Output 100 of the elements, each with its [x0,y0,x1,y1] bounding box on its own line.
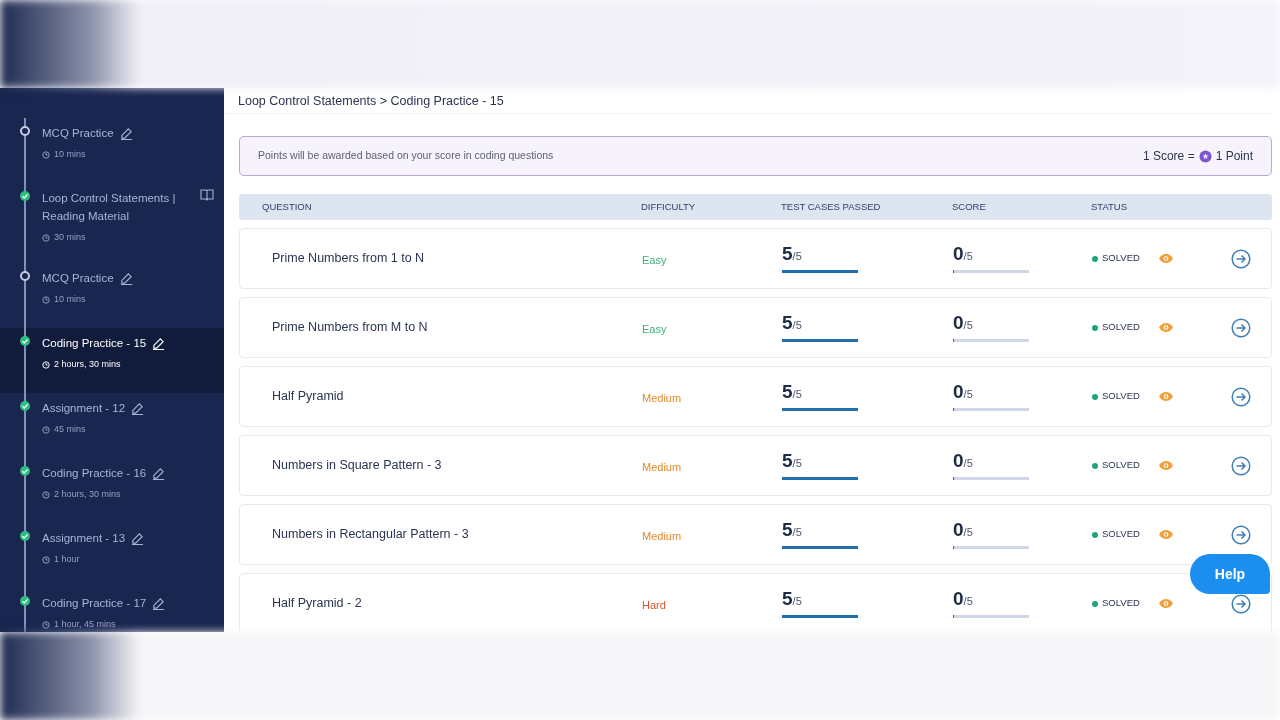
passed-value: 5 [782,589,793,609]
duration-text: 1 hour, 45 mins [54,618,116,632]
edit-icon [152,596,166,610]
sidebar-item[interactable]: MCQ Practice 10 mins [0,118,224,183]
completed-icon [20,596,30,606]
passed-total: /5 [792,595,802,610]
passed-value: 5 [782,244,793,264]
status-label: SOLVED [1092,527,1140,542]
score-value: 0 [953,382,964,402]
question-title: Half Pyramid - 2 [271,595,363,613]
passed-total: /5 [792,250,802,265]
notice-text: Points will be awarded based on your score in coding questions [258,148,554,164]
sidebar-item[interactable]: Coding Practice - 16 2 hours, 30 mins [0,458,224,523]
passed-value: 5 [782,520,793,540]
score-value: 0 [953,589,964,609]
arrow-button-icon[interactable] [1231,386,1251,407]
book-icon [200,189,214,201]
question-title: Numbers in Square Pattern - 3 [271,457,443,475]
difficulty-label: Hard [642,598,666,611]
clock-icon [42,361,50,369]
duration-text: 10 mins [54,148,86,162]
status-label: SOLVED [1092,251,1140,266]
score-value: 0 [953,244,964,264]
pending-icon [20,271,30,281]
score-total: /5 [963,250,973,265]
edit-icon [152,466,166,480]
sidebar-item[interactable]: Assignment - 12 45 mins [0,393,224,458]
item-title: Coding Practice - 17 [42,596,147,611]
difficulty-label: Medium [642,460,682,473]
clock-icon [42,234,50,242]
edit-icon [131,531,145,545]
sidebar-item[interactable]: Coding Practice - 15 2 hours, 30 mins [0,328,224,393]
arrow-button-icon[interactable] [1231,317,1251,338]
point-label: 1 Point [1215,148,1253,165]
status-label: SOLVED [1092,389,1140,404]
clock-icon [42,621,50,629]
score-total: /5 [963,319,973,334]
sidebar-item[interactable]: MCQ Practice 10 mins [0,263,224,328]
passed-value: 5 [782,313,793,333]
column-header: STATUS [1091,199,1129,214]
column-header: SCORE [952,199,987,214]
clock-icon [42,426,50,434]
question-title: Prime Numbers from 1 to N [271,250,426,268]
edit-icon [152,336,166,350]
completed-icon [20,531,30,541]
arrow-button-icon[interactable] [1231,524,1251,545]
score-total: /5 [963,388,973,403]
item-title: Assignment - 12 [42,401,126,416]
column-header: DIFFICULTY [641,199,697,214]
item-title: MCQ Practice [42,271,114,286]
question-title: Numbers in Rectangular Pattern - 3 [271,526,470,544]
arrow-button-icon[interactable] [1231,455,1251,476]
breadcrumb: Loop Control Statements > Coding Practice - 15 [224,88,1272,114]
passed-total: /5 [792,388,802,403]
sidebar-item[interactable]: Loop Control Statements | Reading Material 30 mins [0,183,224,263]
edit-icon [119,271,133,285]
score-value: 0 [953,520,964,540]
score-value: 0 [953,451,964,471]
completed-icon [20,336,30,346]
passed-total: /5 [792,457,802,472]
completed-icon [20,466,30,476]
duration-text: 1 hour [54,553,80,567]
score-total: /5 [963,526,973,541]
item-title: MCQ Practice [42,126,114,141]
score-total: /5 [963,457,973,472]
duration-text: 2 hours, 30 mins [54,358,121,372]
clock-icon [42,296,50,304]
sidebar-item[interactable]: Assignment - 13 1 hour [0,523,224,588]
clock-icon [42,556,50,564]
column-header: TEST CASES PASSED [781,199,882,214]
clock-icon [42,491,50,499]
passed-total: /5 [792,319,802,334]
edit-icon [131,401,145,415]
passed-total: /5 [792,526,802,541]
item-title: Coding Practice - 16 [42,466,147,481]
completed-icon [20,401,30,411]
column-header: QUESTION [261,199,313,214]
arrow-button-icon[interactable] [1231,248,1251,269]
coin-icon [1198,149,1212,163]
item-title: Loop Control Statements | Reading Material [42,191,177,224]
duration-text: 45 mins [54,423,86,437]
item-title: Coding Practice - 15 [42,336,147,351]
status-label: SOLVED [1092,458,1140,473]
pending-icon [20,126,30,136]
difficulty-label: Easy [642,322,667,335]
duration-text: 30 mins [54,231,86,245]
status-label: SOLVED [1092,320,1140,335]
difficulty-label: Medium [642,529,682,542]
completed-icon [20,191,30,201]
item-title: Assignment - 13 [42,531,126,546]
status-label: SOLVED [1092,596,1140,611]
passed-value: 5 [782,451,793,471]
passed-value: 5 [782,382,793,402]
score-label: 1 Score = [1142,148,1195,165]
duration-text: 10 mins [54,293,86,307]
arrow-button-icon[interactable] [1231,593,1251,614]
difficulty-label: Easy [642,253,667,266]
question-title: Half Pyramid [271,388,345,406]
score-value: 0 [953,313,964,333]
difficulty-label: Medium [642,391,682,404]
